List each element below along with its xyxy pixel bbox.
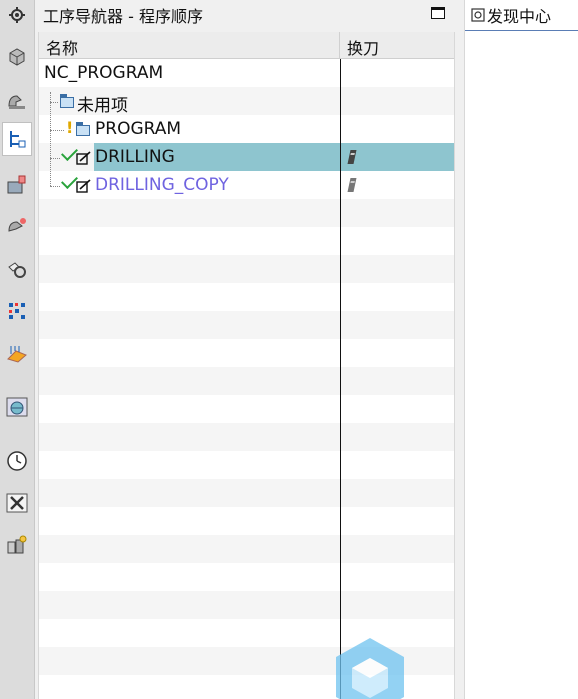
empty-row [39,479,454,507]
tree-header: 名称 换刀 [39,32,454,59]
web-browser-icon[interactable] [4,394,30,420]
tree-connector [50,92,51,186]
drill-operation-icon [76,150,92,169]
tree-connector [50,158,60,159]
warning-icon: ! [66,118,74,137]
settings-gear-icon[interactable] [4,2,30,28]
folder-icon [60,94,74,108]
tree-node-nc-program[interactable]: NC_PROGRAM [44,63,163,83]
maximize-icon[interactable] [431,7,445,19]
resource-bar [0,0,35,699]
tree-node-drilling[interactable]: DRILLING [95,147,175,167]
empty-row [39,339,454,367]
empty-row [39,311,454,339]
column-divider[interactable] [339,32,340,58]
machine-tool-icon[interactable] [4,88,30,114]
column-divider-line [340,59,341,699]
empty-row [39,283,454,311]
tab-label: 发现中心 [487,7,552,26]
feature-navigator-icon[interactable] [4,340,30,366]
part-3d-icon[interactable] [4,44,30,70]
tool-navigator-icon[interactable] [4,172,30,198]
tree-connector [50,102,58,103]
roles-icon[interactable] [4,532,30,558]
operation-navigator-icon[interactable] [2,122,32,156]
tab-discovery-center[interactable]: 发现中心 [465,0,578,31]
empty-row [39,423,454,451]
assembly-navigator-icon[interactable] [4,298,30,324]
discovery-center-panel: 发现中心 [464,0,578,699]
operation-navigator-panel: 工序导航器 - 程序顺序 名称 换刀 NC_PROGRAM 未用项 ! PROG… [35,0,460,699]
empty-row [39,395,454,423]
tree-node-unused[interactable]: 未用项 [77,91,128,116]
empty-row [39,507,454,535]
empty-row [39,535,454,563]
watermark-cube-icon [336,638,404,699]
tree-connector [50,186,60,187]
tools-repair-icon[interactable] [4,490,30,516]
column-header-tool-change[interactable]: 换刀 [347,35,379,59]
tree-node-drilling-copy[interactable]: DRILLING_COPY [95,175,229,195]
empty-row [39,255,454,283]
column-header-name[interactable]: 名称 [46,35,78,59]
discovery-icon [471,7,485,26]
geometry-navigator-icon[interactable] [4,214,30,240]
tree-node-program[interactable]: PROGRAM [95,119,181,139]
empty-row [39,199,454,227]
operation-tree[interactable]: 名称 换刀 NC_PROGRAM 未用项 ! PROGRAM DRILLING … [38,32,455,699]
panel-title: 工序导航器 - 程序顺序 [43,7,203,26]
empty-row [39,563,454,591]
method-navigator-icon[interactable] [4,256,30,282]
empty-row [39,591,454,619]
history-clock-icon[interactable] [4,448,30,474]
empty-row [39,451,454,479]
empty-row [39,367,454,395]
drill-operation-icon [76,178,92,197]
tree-connector [50,130,64,131]
empty-row [39,227,454,255]
folder-icon [76,122,90,136]
